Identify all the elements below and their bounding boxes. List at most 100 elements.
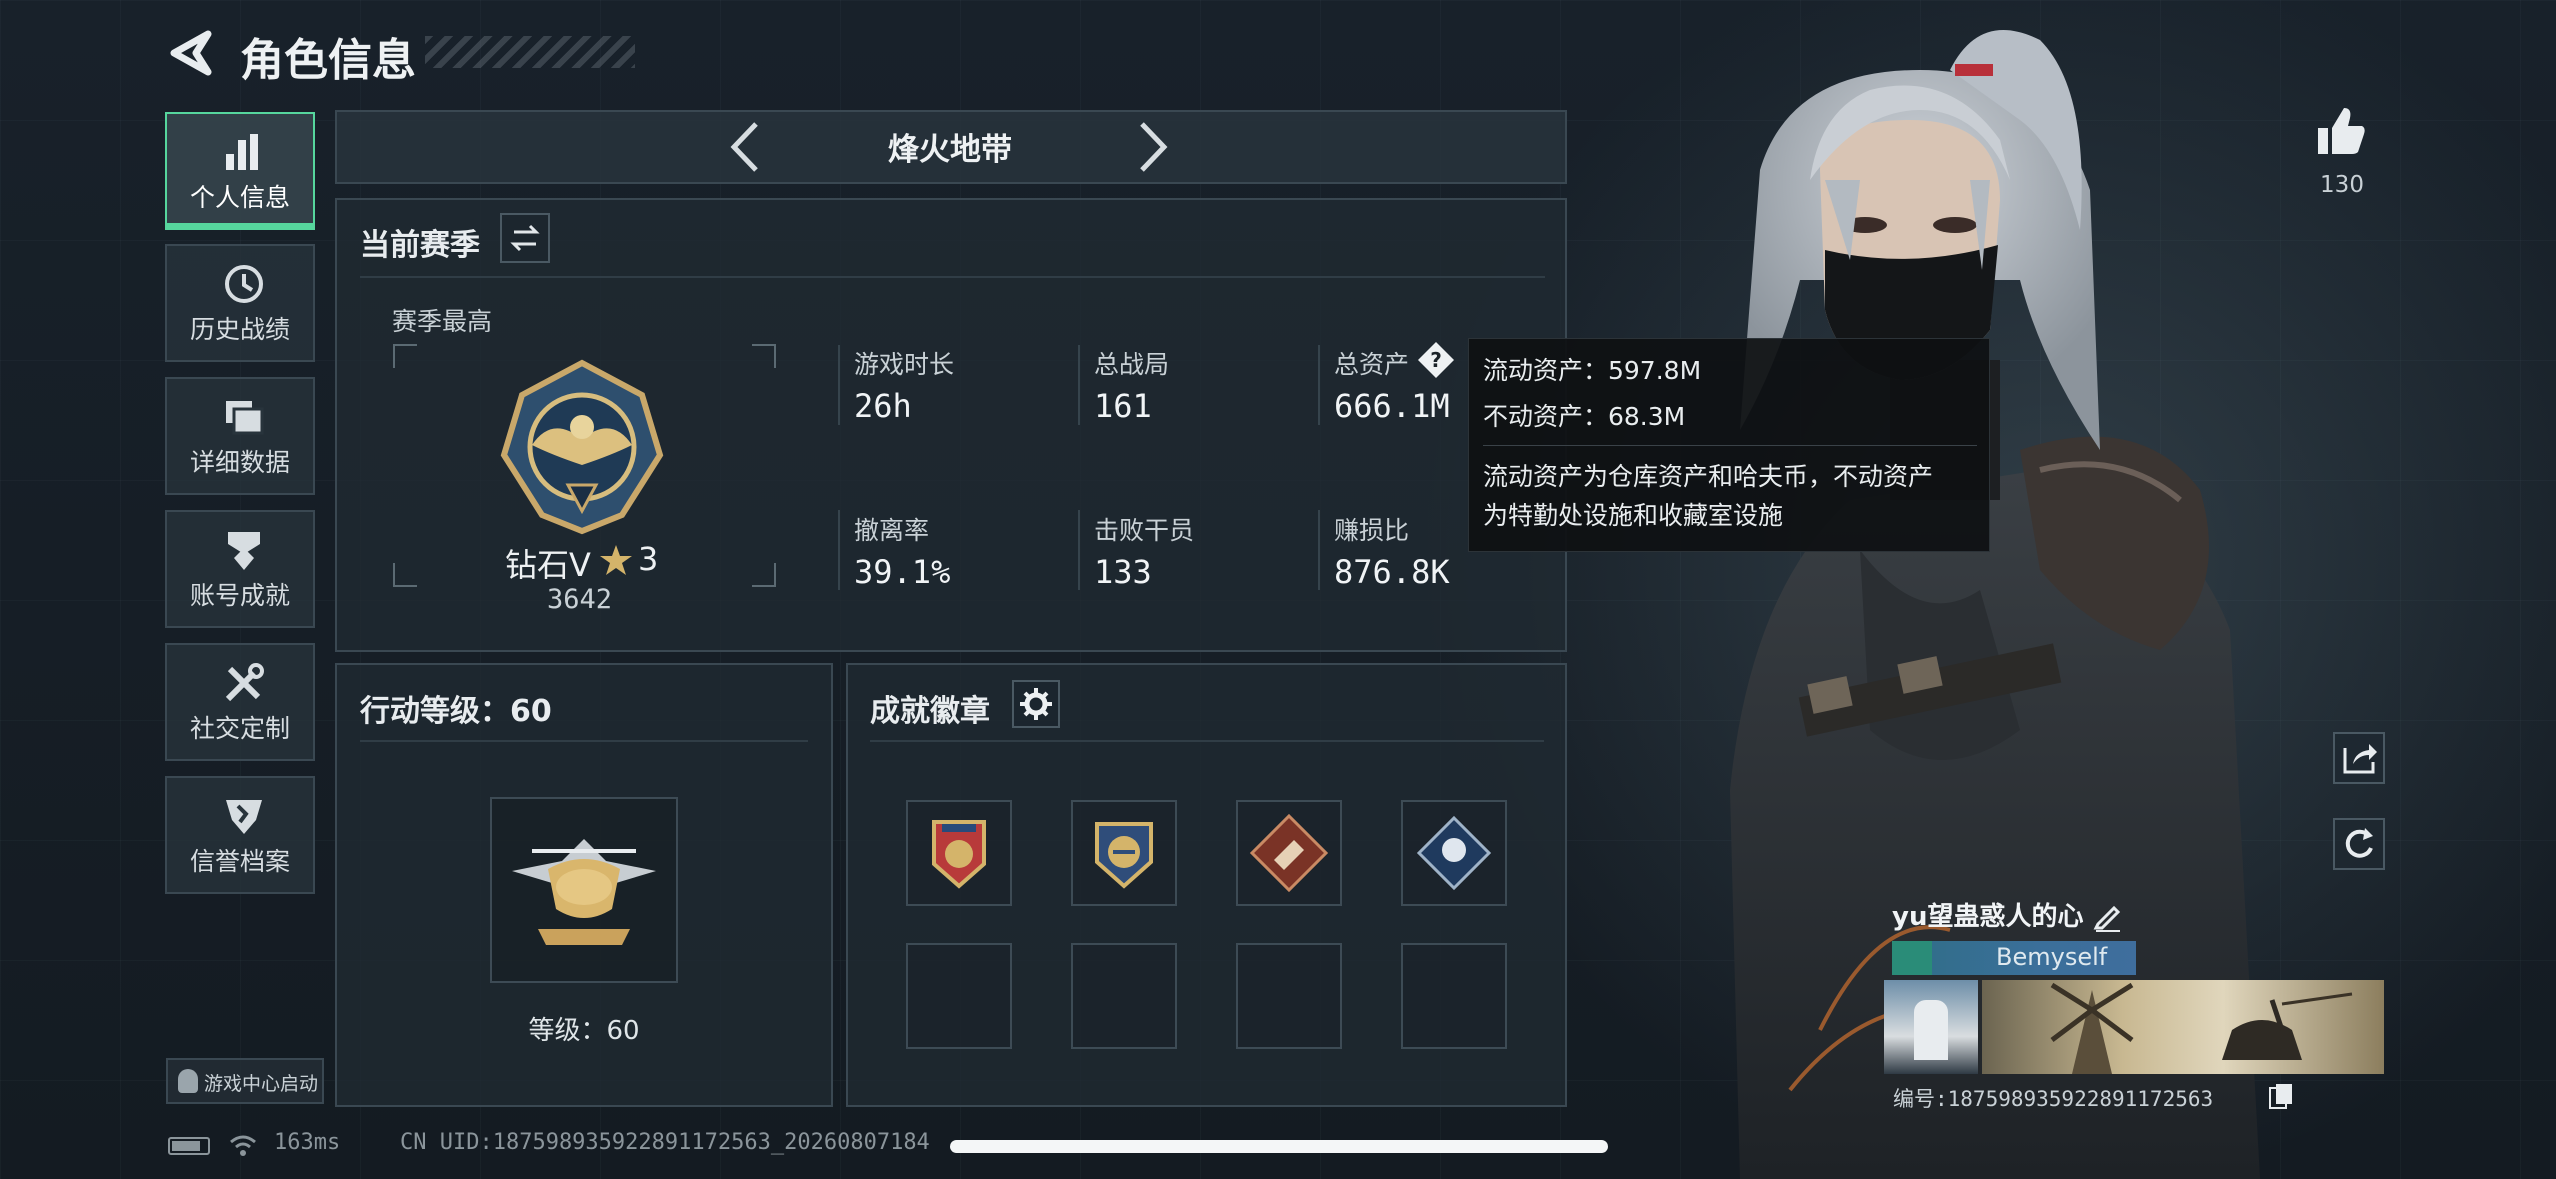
- sidebar-item-label: 历史战绩: [189, 315, 290, 344]
- badge-icon: [1095, 822, 1153, 889]
- action-level-title: 行动等级：60: [360, 694, 552, 729]
- sidebar-item-detailed-data[interactable]: 详细数据: [165, 377, 315, 495]
- empty-badge-slot[interactable]: [1236, 943, 1342, 1049]
- tooltip-fixed-assets: 不动资产：68.3M: [1483, 402, 1686, 431]
- sidebar-item-label: 信誉档案: [189, 847, 290, 876]
- player-name: yu望蛊惑人的心: [1892, 902, 2084, 932]
- stat-value-extract-rate: 39.1%: [854, 553, 951, 591]
- qq-icon: [178, 1069, 198, 1093]
- next-arrow-icon[interactable]: [1136, 120, 1170, 174]
- swap-icon: [510, 224, 540, 252]
- game-center-button[interactable]: 游戏中心启动: [166, 1058, 324, 1104]
- sidebar-item-personal-info[interactable]: 个人信息: [165, 112, 315, 230]
- stat-divider: [1078, 345, 1080, 425]
- avatar-figure: [1914, 1000, 1948, 1060]
- stat-label-extract-rate: 撤离率: [854, 516, 930, 545]
- tooltip-desc-line1: 流动资产为仓库资产和哈夫币，不动资产: [1483, 462, 1934, 491]
- achievement-icon: [228, 532, 260, 570]
- stat-label-playtime: 游戏时长: [854, 350, 955, 379]
- ping-text: 163ms: [274, 1130, 341, 1155]
- frame-corner: [752, 563, 776, 587]
- frame-corner: [752, 344, 776, 368]
- sidebar-item-reputation[interactable]: 信誉档案: [165, 776, 315, 894]
- stat-value-playtime: 26h: [854, 387, 912, 425]
- tooltip-liquid-assets: 流动资产：597.8M: [1483, 356, 1702, 385]
- likes-count: 130: [2320, 172, 2364, 198]
- action-level-divider: [360, 740, 808, 742]
- stat-label-matches: 总战局: [1094, 350, 1170, 379]
- stat-divider: [838, 510, 840, 590]
- season-best-label: 赛季最高: [392, 307, 493, 336]
- frame-corner: [393, 563, 417, 587]
- gear-icon: [1020, 688, 1052, 720]
- edit-icon[interactable]: [2092, 900, 2124, 932]
- stat-value-matches: 161: [1094, 387, 1152, 425]
- folder-icon: [226, 401, 264, 435]
- season-title: 当前赛季: [360, 228, 480, 263]
- empty-badge-slot[interactable]: [1401, 943, 1507, 1049]
- tooltip-divider: [1483, 445, 1977, 446]
- player-banner[interactable]: [1982, 980, 2384, 1074]
- sidebar-item-social[interactable]: 社交定制: [165, 643, 315, 761]
- badge-slot[interactable]: [906, 800, 1012, 906]
- frame-corner: [393, 344, 417, 368]
- stat-label-profit-ratio: 赚损比: [1334, 516, 1410, 545]
- svg-text:?: ?: [1430, 348, 1442, 372]
- sidebar-item-label: 详细数据: [189, 448, 290, 477]
- badges-title: 成就徽章: [870, 694, 990, 729]
- badge-icon: [932, 820, 986, 889]
- mode-label: 烽火地带: [888, 132, 1012, 168]
- star-icon: [600, 545, 632, 575]
- player-id: 编号:1875989359228911725​63: [1893, 1087, 2214, 1111]
- player-tag: Bemyself: [1996, 943, 2108, 971]
- refresh-icon: [2345, 828, 2373, 858]
- thumbs-up-icon[interactable]: [2314, 104, 2368, 158]
- bar-chart-icon: [226, 134, 258, 170]
- rank-name: 钻石V: [505, 546, 591, 584]
- share-button[interactable]: [2333, 732, 2385, 784]
- share-icon: [2343, 744, 2377, 774]
- action-level-badge-frame: [490, 797, 678, 983]
- badge-icon: [1416, 815, 1492, 891]
- rank-score: 3642: [547, 584, 613, 615]
- rank-emblem-icon: [500, 359, 664, 535]
- windmill-knight-art: [2050, 982, 2353, 1074]
- stat-label-kills: 击败干员: [1094, 516, 1195, 545]
- assets-tooltip: 流动资产：597.8M 不动资产：68.3M 流动资产为仓库资产和哈夫币，不动资…: [1468, 338, 1990, 552]
- back-icon[interactable]: [168, 28, 212, 78]
- badges-settings-button[interactable]: [1012, 680, 1060, 728]
- badge-slot[interactable]: [1236, 800, 1342, 906]
- rank-stars: 3: [638, 540, 659, 578]
- sidebar-item-history[interactable]: 历史战绩: [165, 244, 315, 362]
- season-switch-button[interactable]: [500, 213, 550, 263]
- stat-divider: [1318, 510, 1320, 590]
- uid-text: CN UID:187598935922891172563_20260807184: [400, 1130, 930, 1155]
- copy-icon[interactable]: [2268, 1082, 2294, 1110]
- prev-arrow-icon[interactable]: [728, 120, 762, 174]
- empty-badge-slot[interactable]: [1071, 943, 1177, 1049]
- home-indicator[interactable]: [950, 1140, 1608, 1153]
- badges-divider: [870, 740, 1544, 742]
- help-icon[interactable]: ?: [1416, 340, 1456, 380]
- action-level-text: 等级：60: [528, 1016, 640, 1046]
- stat-label-assets: 总资产: [1334, 350, 1410, 379]
- badge-slot[interactable]: [1401, 800, 1507, 906]
- sidebar-item-label: 社交定制: [189, 714, 290, 743]
- stat-value-assets: 666.1M: [1334, 387, 1450, 425]
- tools-icon: [225, 663, 264, 702]
- helicopter-badge-icon: [512, 839, 656, 945]
- tooltip-desc-line2: 为特勤处设施和收藏室设施: [1483, 501, 1784, 530]
- player-tag-bar: Bemyself: [1892, 941, 2136, 975]
- refresh-button[interactable]: [2333, 818, 2385, 870]
- tag-emblem: [1892, 941, 1932, 975]
- stat-value-profit-ratio: 876.8K: [1334, 553, 1450, 591]
- battery-icon: [168, 1137, 210, 1155]
- player-avatar[interactable]: [1884, 980, 1978, 1074]
- badge-slot[interactable]: [1071, 800, 1177, 906]
- sidebar-item-label: 账号成就: [189, 581, 290, 610]
- stat-divider: [1078, 510, 1080, 590]
- game-center-label: 游戏中心启动: [204, 1073, 319, 1095]
- empty-badge-slot[interactable]: [906, 943, 1012, 1049]
- badge-icon: [1249, 813, 1329, 893]
- sidebar-item-achievements[interactable]: 账号成就: [165, 510, 315, 628]
